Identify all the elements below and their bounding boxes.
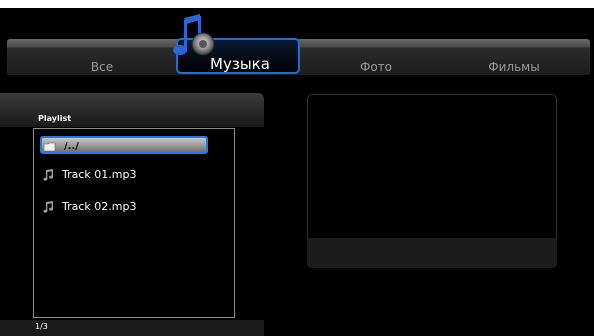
folder-icon	[44, 142, 56, 152]
page-indicator: 1/3	[35, 322, 48, 331]
tab-films[interactable]: Фильмы	[478, 60, 550, 74]
preview-info-bar	[307, 238, 557, 268]
list-item-track-01[interactable]: Track 01.mp3	[40, 166, 208, 184]
playlist-title: Playlist	[38, 114, 72, 123]
music-note-icon	[43, 169, 54, 181]
tab-photo[interactable]: Фото	[346, 60, 406, 74]
playlist-box	[33, 128, 235, 318]
list-item-track-02[interactable]: Track 02.mp3	[40, 198, 208, 216]
list-item-label: Track 02.mp3	[62, 200, 137, 213]
list-item-label: Track 01.mp3	[62, 168, 137, 181]
music-note-icon	[43, 201, 54, 213]
list-item-parent-folder[interactable]: /../	[40, 136, 208, 154]
list-item-label: /../	[64, 141, 79, 152]
music-icon	[173, 14, 215, 56]
tab-all[interactable]: Все	[76, 60, 128, 74]
top-strip	[0, 0, 594, 8]
